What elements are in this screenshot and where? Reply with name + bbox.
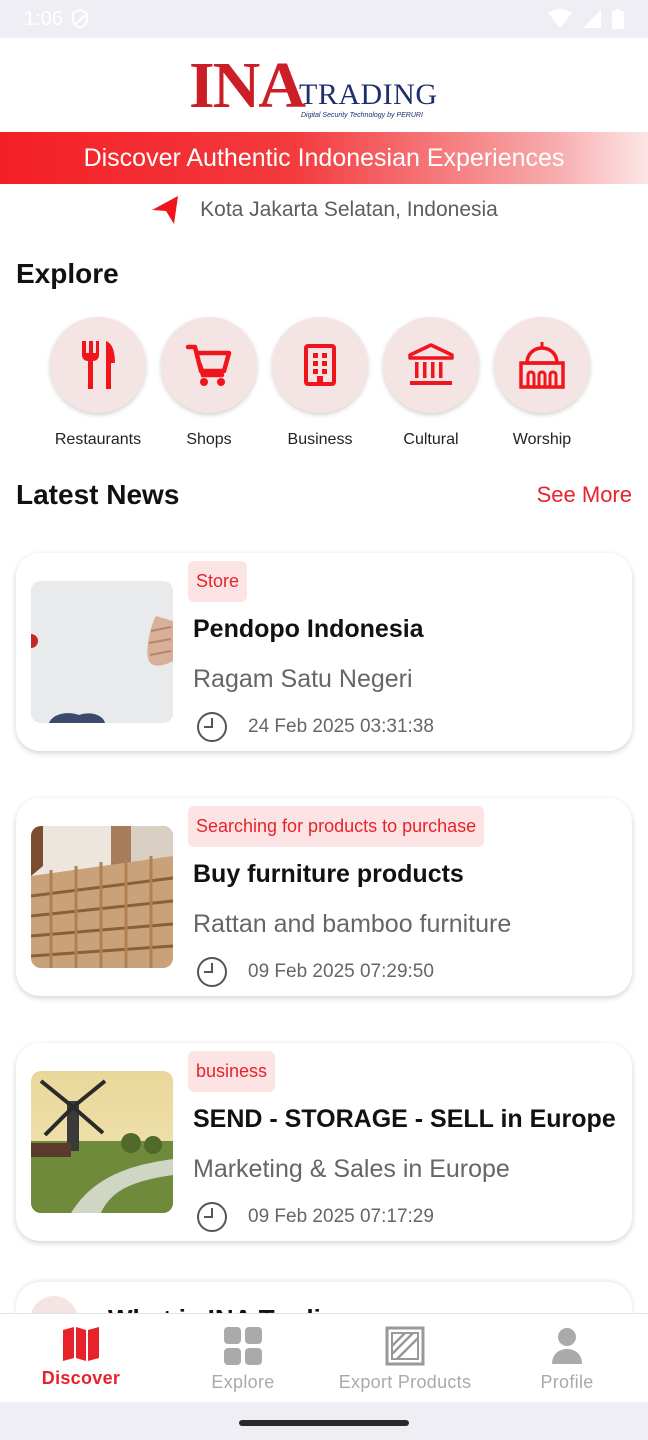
news-title: SEND - STORAGE - SELL in Europe bbox=[193, 1105, 616, 1133]
nav-label: Export Products bbox=[338, 1372, 472, 1392]
explore-categories: Restaurants Shops Business Cultural Wors… bbox=[50, 317, 610, 449]
see-more-link[interactable]: See More bbox=[537, 482, 632, 508]
news-time: 24 Feb 2025 03:31:38 bbox=[248, 716, 434, 737]
logo-tagline: Digital Security Technology by PERURI bbox=[301, 112, 423, 119]
explore-shops[interactable]: Shops bbox=[161, 317, 257, 449]
clock-icon bbox=[197, 1202, 227, 1232]
explore-label: Cultural bbox=[403, 431, 459, 448]
shield-icon bbox=[71, 9, 88, 29]
mosque-icon bbox=[519, 342, 565, 389]
nav-label: Profile bbox=[540, 1372, 594, 1392]
news-subtitle: Rattan and bamboo furniture bbox=[193, 910, 512, 938]
user-icon bbox=[552, 1328, 582, 1364]
home-gesture-handle[interactable] bbox=[239, 1420, 409, 1426]
museum-icon bbox=[408, 343, 454, 385]
location-text: Kota Jakarta Selatan, Indonesia bbox=[200, 198, 498, 221]
system-gesture-area bbox=[0, 1402, 648, 1440]
logo-ina-text: INA bbox=[189, 49, 306, 122]
building-icon bbox=[304, 344, 336, 386]
news-card[interactable]: Searching for products to purchase Buy f… bbox=[16, 798, 632, 996]
latest-news-title: Latest News bbox=[16, 479, 180, 510]
logo-trading-text: TRADING bbox=[299, 78, 438, 111]
news-tag: Store bbox=[188, 561, 248, 602]
wifi-icon bbox=[548, 9, 572, 28]
explore-label: Shops bbox=[186, 431, 232, 448]
nav-label: Explore bbox=[211, 1372, 275, 1392]
crate-icon bbox=[385, 1326, 425, 1366]
explore-label: Business bbox=[287, 431, 353, 448]
app-header: INA TRADING Digital Security Technology … bbox=[0, 38, 648, 132]
signal-icon bbox=[583, 10, 601, 28]
location-row[interactable]: Kota Jakarta Selatan, Indonesia bbox=[0, 190, 648, 230]
nav-export-products[interactable]: Export Products bbox=[324, 1314, 486, 1402]
explore-business[interactable]: Business bbox=[272, 317, 368, 449]
news-thumbnail bbox=[31, 1071, 173, 1213]
explore-title: Explore bbox=[16, 258, 119, 289]
status-bar: 1:06 bbox=[0, 0, 648, 38]
nav-label: Discover bbox=[41, 1368, 121, 1388]
explore-worship[interactable]: Worship bbox=[494, 317, 590, 449]
news-subtitle: Ragam Satu Negeri bbox=[193, 665, 413, 693]
status-time: 1:06 bbox=[24, 7, 63, 30]
news-time: 09 Feb 2025 07:29:50 bbox=[248, 961, 434, 982]
explore-cultural[interactable]: Cultural bbox=[383, 317, 479, 449]
ina-trading-logo: INA TRADING Digital Security Technology … bbox=[189, 50, 459, 120]
news-title: Buy furniture products bbox=[193, 860, 464, 888]
battery-icon bbox=[612, 9, 624, 29]
explore-restaurants[interactable]: Restaurants bbox=[50, 317, 146, 449]
news-title: Pendopo Indonesia bbox=[193, 615, 424, 643]
nav-profile[interactable]: Profile bbox=[486, 1314, 648, 1402]
fork-knife-icon bbox=[82, 341, 115, 389]
news-thumbnail bbox=[31, 581, 173, 723]
discover-banner: Discover Authentic Indonesian Experience… bbox=[0, 132, 648, 184]
news-card[interactable]: Store Pendopo Indonesia Ragam Satu Neger… bbox=[16, 553, 632, 751]
map-icon bbox=[63, 1327, 99, 1361]
news-thumbnail bbox=[31, 826, 173, 968]
location-arrow-icon bbox=[152, 196, 179, 224]
bottom-nav: Discover Explore Export Products Profile bbox=[0, 1313, 648, 1402]
clock-icon bbox=[197, 957, 227, 987]
nav-discover[interactable]: Discover bbox=[0, 1314, 162, 1402]
news-subtitle: Marketing & Sales in Europe bbox=[193, 1155, 510, 1183]
explore-label: Restaurants bbox=[54, 431, 142, 448]
news-tag: Searching for products to purchase bbox=[188, 806, 485, 847]
explore-label: Worship bbox=[512, 431, 572, 448]
news-card[interactable]: business SEND - STORAGE - SELL in Europe… bbox=[16, 1043, 632, 1241]
banner-text: Discover Authentic Indonesian Experience… bbox=[83, 143, 565, 172]
nav-explore[interactable]: Explore bbox=[162, 1314, 324, 1402]
news-tag: business bbox=[188, 1051, 276, 1092]
grid-icon bbox=[224, 1327, 262, 1365]
cart-icon bbox=[186, 344, 232, 386]
clock-icon bbox=[197, 712, 227, 742]
news-time: 09 Feb 2025 07:17:29 bbox=[248, 1206, 434, 1227]
